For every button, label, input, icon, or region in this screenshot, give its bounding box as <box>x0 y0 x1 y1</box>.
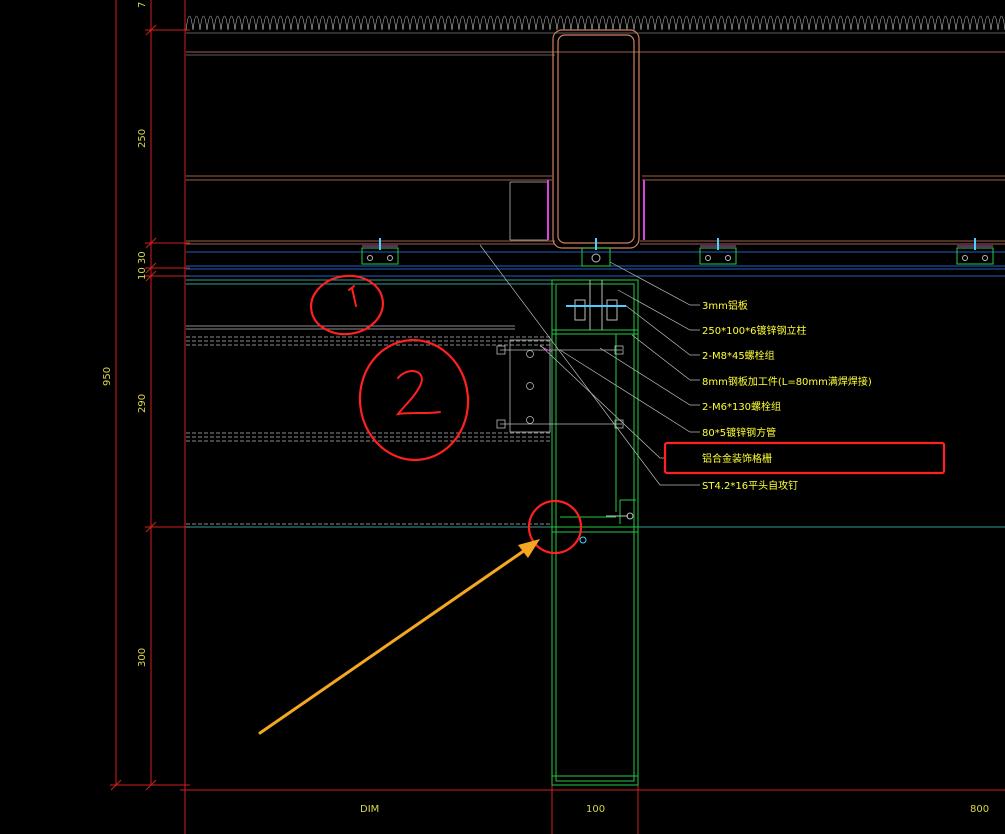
vertical-dimension-lines <box>110 0 190 834</box>
note-m8-bolts: 2-M8*45螺栓组 <box>702 349 775 362</box>
dim-label-290: 290 <box>137 394 148 413</box>
handwritten-annotations <box>310 274 946 555</box>
pointer-arrow <box>258 539 540 735</box>
note-steel-plate: 8mm钢板加工件(L=80mm满焊焊接) <box>702 375 872 388</box>
structure-lines <box>186 51 1005 528</box>
dim-label-dim: DIM <box>360 804 379 815</box>
dim-label-100: 100 <box>586 804 605 815</box>
aluminum-mullion <box>551 279 639 786</box>
clip-1 <box>361 238 399 265</box>
steel-column-250x100 <box>547 29 645 249</box>
note-steel-column: 250*100*6镀锌钢立柱 <box>702 324 807 337</box>
material-notes: 3mm铝板 250*100*6镀锌钢立柱 2-M8*45螺栓组 8mm钢板加工件… <box>702 299 872 492</box>
note-aluminum-grille: 铝合金装饰格栅 <box>702 452 772 465</box>
dim-label-250: 250 <box>137 129 148 148</box>
dim-label-950: 950 <box>102 367 113 386</box>
dim-label-10-30: 10 30 <box>137 251 148 280</box>
circle-mark-2 <box>358 338 470 462</box>
horizontal-dimension-labels: DIM 100 800 <box>360 804 989 815</box>
note-self-tapping-screw: ST4.2*16平头自攻钉 <box>702 479 798 492</box>
clip-2 <box>699 238 737 265</box>
steel-plate-and-bolts <box>496 339 624 433</box>
note-m6-bolts: 2-M6*130螺栓组 <box>702 400 781 413</box>
cad-drawing-canvas: 7 250 10 30 290 300 950 DIM 100 800 3mm铝… <box>0 0 1005 834</box>
dim-label-300: 300 <box>137 648 148 667</box>
vertical-dimension-labels: 7 250 10 30 290 300 950 <box>102 2 148 667</box>
clip-3 <box>956 238 994 265</box>
dim-label-7: 7 <box>137 2 148 8</box>
note-steel-tube: 80*5镀锌钢方管 <box>702 426 776 439</box>
dim-label-800: 800 <box>970 804 989 815</box>
note-aluminum-panel: 3mm铝板 <box>702 299 748 312</box>
